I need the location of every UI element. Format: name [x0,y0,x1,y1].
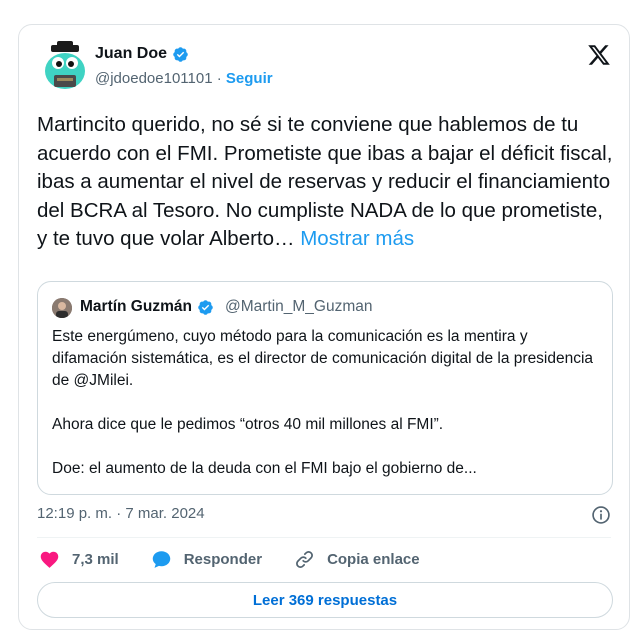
quoted-author-row: Martín Guzmán @Martin_M_Guzman [80,298,372,316]
info-icon[interactable] [591,505,611,525]
tweet-text: Martincito querido, no sé si te conviene… [37,111,617,254]
author-handle-row: @jdoedoe101101 · Seguir [95,70,273,87]
like-button[interactable]: 7,3 mil [39,549,119,570]
quoted-paragraph: Este energúmeno, cuyo método para la com… [52,328,594,389]
quoted-author-avatar [52,298,72,318]
follow-button[interactable]: Seguir [226,70,273,87]
read-replies-button[interactable]: Leer 369 respuestas [37,582,613,618]
quoted-tweet-text: Este energúmeno, cuyo método para la com… [52,326,602,480]
link-icon [296,551,314,568]
reply-button[interactable]: Responder [151,549,262,570]
action-bar: 7,3 mil Responder Copia enlace [39,549,452,570]
like-count: 7,3 mil [72,551,119,568]
verified-badge-icon [173,46,188,62]
author-name-text[interactable]: Juan Doe [95,45,167,63]
quoted-author-handle: @Martin_M_Guzman [224,298,373,315]
speech-bubble-icon [152,551,170,568]
heart-icon [40,551,59,568]
quoted-paragraph: Doe: el aumento de la deuda con el FMI b… [52,460,477,477]
tweet-timestamp[interactable]: 12:19 p. m. · 7 mar. 2024 [37,505,205,522]
author-avatar[interactable] [39,39,91,91]
tweet-embed-card: Juan Doe @jdoedoe101101 · Seguir Martinc… [18,24,630,630]
quoted-author-name: Martín Guzmán [80,298,192,315]
author-handle[interactable]: @jdoedoe101101 [95,70,213,87]
read-replies-label: Leer 369 respuestas [252,591,398,609]
handle-separator: · [216,70,222,87]
show-more-link[interactable]: Mostrar más [300,227,414,250]
quoted-paragraph: Ahora dice que le pedimos “otros 40 mil … [52,416,444,433]
author-name[interactable]: Juan Doe [95,45,189,63]
reply-label: Responder [183,551,263,568]
copy-link-label: Copia enlace [327,551,420,568]
divider [37,537,611,538]
copy-link-button[interactable]: Copia enlace [294,549,420,570]
verified-badge-icon [198,299,213,315]
x-logo-icon[interactable] [587,43,611,67]
quoted-tweet[interactable]: Martín Guzmán @Martin_M_Guzman Este ener… [37,281,613,495]
